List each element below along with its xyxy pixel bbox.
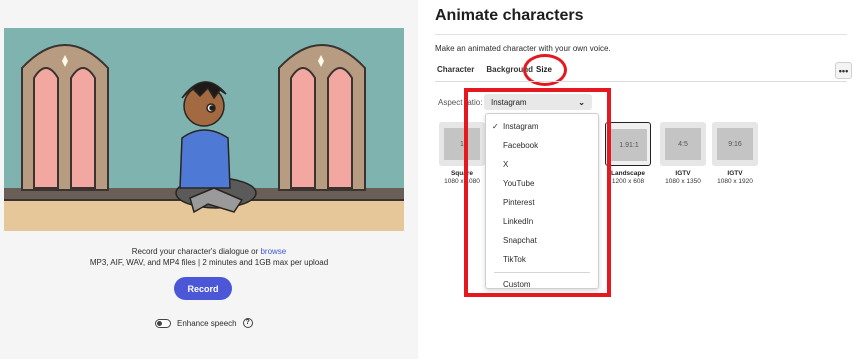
page-title: Animate characters: [435, 7, 584, 24]
size-card-name: IGTV: [727, 170, 743, 177]
tab-divider: [435, 81, 847, 82]
dropdown-highlight-box: [464, 88, 611, 297]
right-window: [278, 44, 366, 191]
record-instructions-text: Record your character's dialogue or: [131, 247, 261, 256]
file-requirements-text: MP3, AIF, WAV, and MP4 files | 2 minutes…: [89, 258, 329, 267]
page-subtitle: Make an animated character with your own…: [435, 44, 611, 53]
size-card-name: IGTV: [675, 170, 691, 177]
left-panel: Record your character's dialogue or brow…: [0, 0, 418, 359]
size-card-name: Landscape: [611, 170, 645, 177]
enhance-speech-toggle[interactable]: [155, 318, 171, 328]
title-divider: [435, 34, 847, 35]
record-instructions: Record your character's dialogue or brow…: [0, 246, 418, 268]
size-card-dims: 1200 x 608: [611, 178, 645, 185]
enhance-speech-label: Enhance speech: [177, 318, 237, 328]
size-card-igtv-9-16[interactable]: 9:16: [712, 122, 758, 166]
size-card-igtv-4-5[interactable]: 4:5: [660, 122, 706, 166]
enhance-speech-row: Enhance speech ?: [155, 318, 253, 328]
tab-bar: Character Background: [437, 65, 533, 74]
help-icon[interactable]: ?: [242, 318, 253, 328]
character-scene-illustration: [4, 28, 404, 231]
size-card-ratio: 4:5: [665, 128, 701, 160]
size-card-landscape[interactable]: 1.91:1: [605, 122, 651, 166]
more-options-button[interactable]: •••: [835, 62, 852, 79]
record-button[interactable]: Record: [174, 277, 232, 300]
size-card-caption: IGTV 1080 x 1920: [705, 170, 765, 186]
size-card-dims: 1080 x 1920: [717, 178, 753, 185]
size-card-dims: 1080 x 1350: [665, 178, 701, 185]
tab-character[interactable]: Character: [437, 65, 474, 74]
character-preview: [4, 28, 404, 231]
right-panel: Animate characters Make an animated char…: [418, 0, 853, 359]
size-card-ratio: 9:16: [717, 128, 753, 160]
size-card-ratio: 1.91:1: [611, 129, 647, 161]
browse-link[interactable]: browse: [260, 247, 286, 256]
size-card-caption: IGTV 1080 x 1350: [653, 170, 713, 186]
